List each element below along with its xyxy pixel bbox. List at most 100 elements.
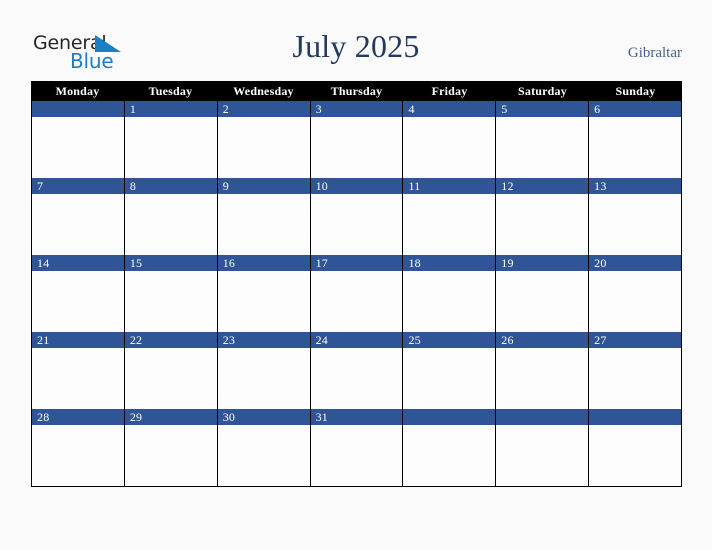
calendar-day-cell[interactable]: 7: [32, 178, 125, 255]
calendar-day-cell[interactable]: 30: [217, 409, 311, 486]
day-note-area[interactable]: [403, 194, 496, 255]
day-note-area[interactable]: [217, 425, 310, 486]
day-note-area[interactable]: [124, 194, 217, 255]
calendar-day-cell[interactable]: 15: [124, 255, 218, 332]
day-number: 12: [496, 178, 589, 194]
day-number: 24: [310, 332, 403, 348]
day-note-area[interactable]: [124, 348, 217, 409]
day-note-area[interactable]: [217, 194, 310, 255]
calendar-day-cell[interactable]: 11: [403, 178, 497, 255]
weekday-header-sunday: Sunday: [615, 84, 656, 98]
calendar-day-cell[interactable]: 8: [124, 178, 218, 255]
calendar-day-cell[interactable]: 6: [589, 101, 683, 178]
calendar-day-cell[interactable]: 19: [496, 255, 590, 332]
calendar-day-cell[interactable]: [403, 409, 497, 486]
day-number: 23: [217, 332, 310, 348]
day-note-area[interactable]: [403, 348, 496, 409]
day-note-area[interactable]: [403, 425, 496, 486]
day-note-area[interactable]: [589, 348, 682, 409]
day-number: 26: [496, 332, 589, 348]
day-number: 22: [124, 332, 217, 348]
country-label: Gibraltar: [627, 45, 682, 61]
calendar-day-cell[interactable]: [496, 409, 590, 486]
day-note-area[interactable]: [310, 194, 403, 255]
day-note-area[interactable]: [589, 425, 682, 486]
calendar-day-cell[interactable]: 4: [403, 101, 497, 178]
day-number: 7: [32, 178, 124, 194]
day-note-area[interactable]: [124, 271, 217, 332]
day-number: 20: [589, 255, 682, 271]
day-note-area[interactable]: [217, 271, 310, 332]
day-note-area[interactable]: [496, 348, 589, 409]
page-header: General Blue July 2025 Gibraltar: [0, 0, 712, 81]
day-note-area[interactable]: [310, 117, 403, 178]
day-note-area[interactable]: [589, 117, 682, 178]
day-note-area[interactable]: [32, 117, 124, 178]
day-note-area[interactable]: [217, 348, 310, 409]
calendar-day-cell[interactable]: 21: [32, 332, 125, 409]
day-number: 1: [124, 101, 217, 117]
calendar-day-cell[interactable]: 12: [496, 178, 590, 255]
calendar-grid: Monday Tuesday Wednesday Thursday Friday…: [31, 81, 683, 487]
calendar-day-cell[interactable]: 10: [310, 178, 404, 255]
day-number: 6: [589, 101, 682, 117]
day-note-area[interactable]: [403, 271, 496, 332]
day-note-area[interactable]: [496, 194, 589, 255]
calendar-day-cell[interactable]: 1: [124, 101, 218, 178]
day-number: 2: [217, 101, 310, 117]
day-note-area[interactable]: [310, 348, 403, 409]
calendar-day-cell[interactable]: 3: [310, 101, 404, 178]
calendar-day-cell[interactable]: 18: [403, 255, 497, 332]
day-number: 4: [403, 101, 496, 117]
calendar-day-cell[interactable]: 22: [124, 332, 218, 409]
day-note-area[interactable]: [496, 425, 589, 486]
weekday-header-wednesday: Wednesday: [233, 84, 294, 98]
day-number: [32, 101, 124, 117]
calendar-day-cell[interactable]: 2: [217, 101, 311, 178]
calendar-day-cell[interactable]: 28: [32, 409, 125, 486]
calendar-day-cell[interactable]: 5: [496, 101, 590, 178]
calendar-day-cell[interactable]: 13: [589, 178, 683, 255]
day-number: 8: [124, 178, 217, 194]
calendar-day-cell[interactable]: [32, 101, 125, 178]
day-note-area[interactable]: [32, 271, 124, 332]
calendar-day-cell[interactable]: 27: [589, 332, 683, 409]
day-number: 29: [124, 409, 217, 425]
calendar-day-cell[interactable]: 26: [496, 332, 590, 409]
day-note-area[interactable]: [496, 271, 589, 332]
calendar-day-cell[interactable]: 9: [217, 178, 311, 255]
weekday-header-friday: Friday: [431, 84, 468, 98]
calendar-day-cell[interactable]: 14: [32, 255, 125, 332]
calendar-week-row: 21 22 23 24 25 26 27: [31, 332, 683, 409]
day-note-area[interactable]: [589, 271, 682, 332]
calendar-week-row: 14 15 16 17 18 19 20: [31, 255, 683, 332]
day-note-area[interactable]: [310, 425, 403, 486]
day-note-area[interactable]: [32, 425, 124, 486]
calendar-day-cell[interactable]: 29: [124, 409, 218, 486]
day-note-area[interactable]: [124, 117, 217, 178]
calendar-day-cell[interactable]: 31: [310, 409, 404, 486]
day-note-area[interactable]: [217, 117, 310, 178]
calendar-day-cell[interactable]: 24: [310, 332, 404, 409]
day-number: 27: [589, 332, 682, 348]
calendar-day-cell[interactable]: 23: [217, 332, 311, 409]
day-note-area[interactable]: [124, 425, 217, 486]
day-number: 28: [32, 409, 124, 425]
calendar-day-cell[interactable]: 20: [589, 255, 683, 332]
day-note-area[interactable]: [403, 117, 496, 178]
calendar-day-cell[interactable]: 17: [310, 255, 404, 332]
day-number: [403, 409, 496, 425]
calendar-day-cell[interactable]: 25: [403, 332, 497, 409]
day-number: [496, 409, 589, 425]
day-note-area[interactable]: [589, 194, 682, 255]
day-note-area[interactable]: [496, 117, 589, 178]
calendar-day-cell[interactable]: [589, 409, 683, 486]
calendar-day-cell[interactable]: 16: [217, 255, 311, 332]
day-number: 30: [217, 409, 310, 425]
day-number: 10: [310, 178, 403, 194]
day-number: 13: [589, 178, 682, 194]
day-note-area[interactable]: [32, 194, 124, 255]
day-note-area[interactable]: [310, 271, 403, 332]
day-note-area[interactable]: [32, 348, 124, 409]
day-number: 19: [496, 255, 589, 271]
